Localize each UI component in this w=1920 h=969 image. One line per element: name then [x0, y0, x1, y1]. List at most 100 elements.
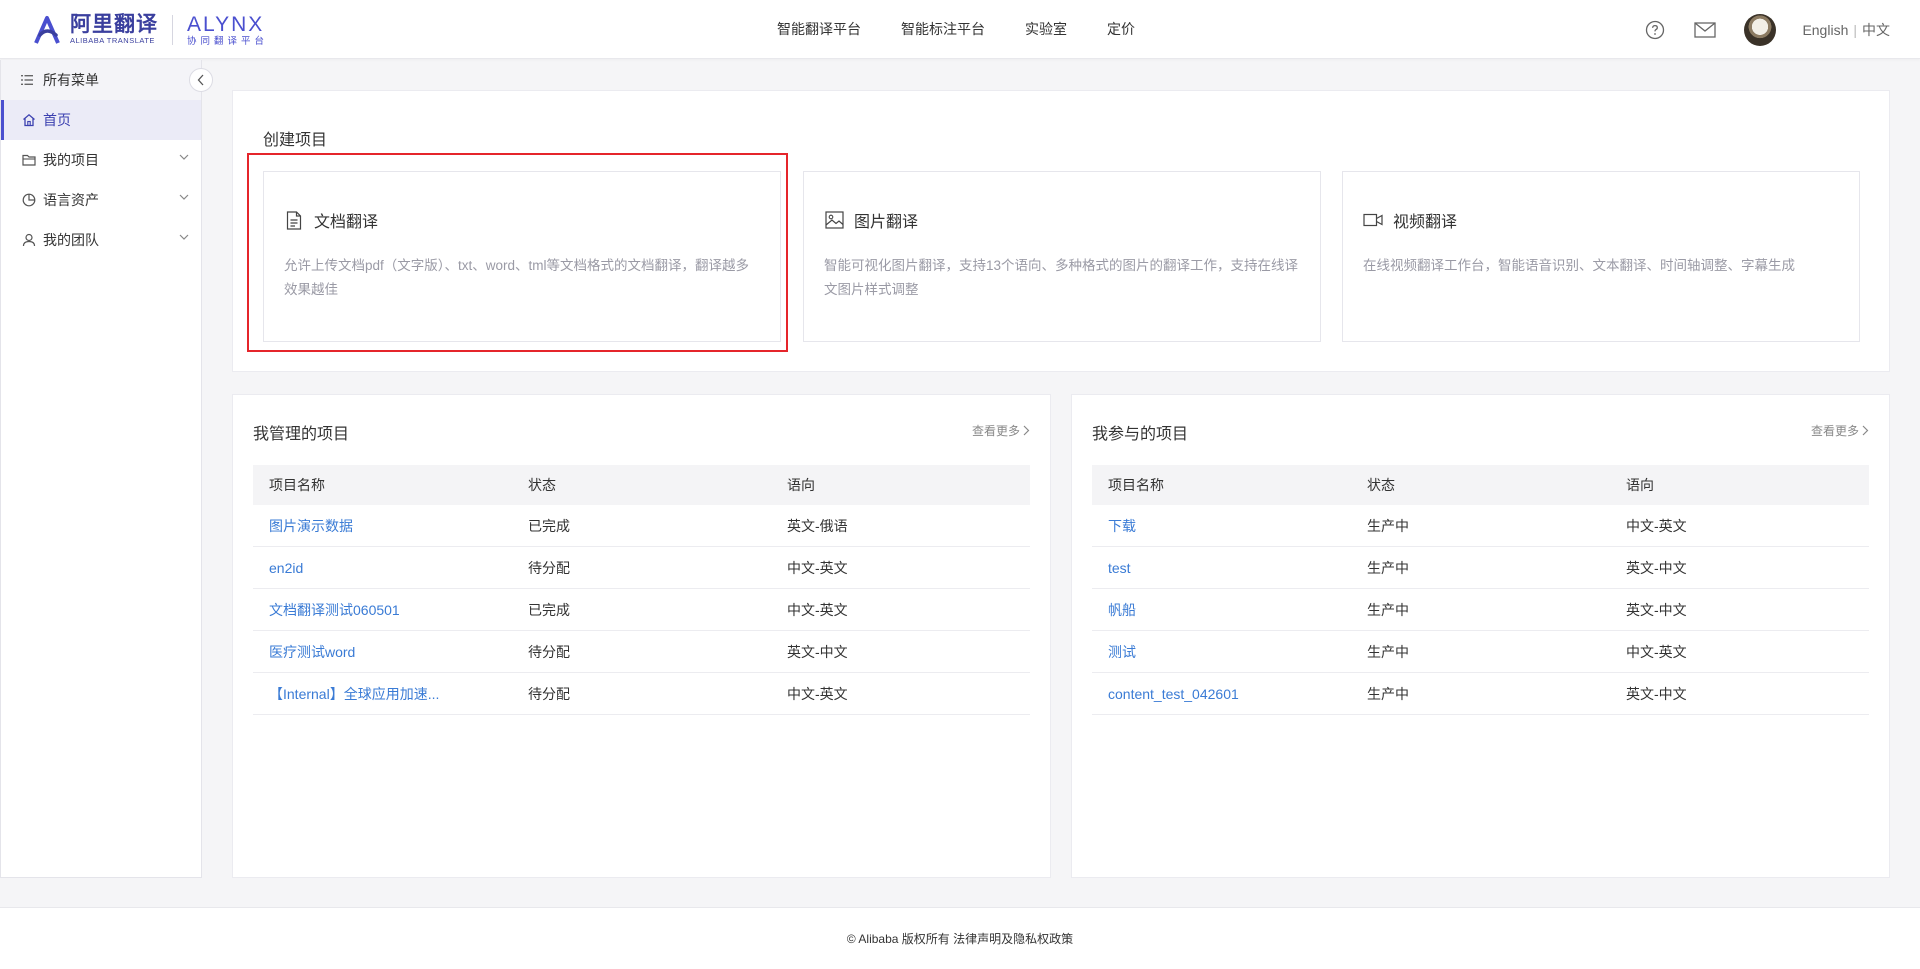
project-name-link[interactable]: content_test_042601	[1092, 686, 1351, 702]
managed-projects-table: 项目名称 状态 语向 图片演示数据 已完成 英文-俄语 en2id 待分配 中文…	[253, 465, 1030, 715]
footer-copyright[interactable]: © Alibaba 版权所有 法律声明及隐私权政策	[847, 930, 1073, 947]
table-row: 医疗测试word 待分配 英文-中文	[253, 631, 1030, 673]
table-header: 项目名称 状态 语向	[253, 465, 1030, 505]
project-name-link[interactable]: 测试	[1092, 642, 1351, 662]
sidebar-item-label: 语言资产	[43, 192, 99, 208]
project-status: 已完成	[528, 601, 570, 618]
view-more-label: 查看更多	[1810, 424, 1859, 438]
chevron-right-icon	[1023, 425, 1030, 436]
sidebar-item-label: 我的项目	[43, 152, 99, 168]
chevron-down-icon	[179, 154, 189, 160]
pie-chart-icon	[21, 192, 37, 208]
chevron-right-icon	[1862, 425, 1869, 436]
nav-smart-translation[interactable]: 智能翻译平台	[777, 19, 861, 39]
project-name-link[interactable]: 【Internal】全球应用加速...	[253, 684, 512, 704]
card-description: 智能可视化图片翻译，支持13个语向、多种格式的图片的翻译工作，支持在线译文图片样…	[824, 258, 1299, 297]
joined-projects-title: 我参与的项目	[1092, 426, 1189, 443]
video-camera-icon	[1363, 210, 1383, 230]
table-row: content_test_042601 生产中 英文-中文	[1092, 673, 1869, 715]
project-direction: 中文-英文	[787, 559, 848, 576]
product-subtitle: 协同翻译平台	[187, 35, 269, 47]
chevron-down-icon	[179, 234, 189, 240]
card-title: 视频翻译	[1393, 214, 1458, 231]
managed-projects-panel: 我管理的项目 查看更多 项目名称 状态 语向 图片演示数据 已完成 英文-俄语 …	[232, 394, 1051, 878]
project-direction: 中文-英文	[787, 685, 848, 702]
table-row: test 生产中 英文-中文	[1092, 547, 1869, 589]
view-more-link[interactable]: 查看更多	[1811, 422, 1869, 439]
sidebar-collapse-button[interactable]	[189, 68, 213, 92]
create-project-title: 创建项目	[263, 132, 328, 149]
joined-projects-panel: 我参与的项目 查看更多 项目名称 状态 语向 下载 生产中 中文-英文 test…	[1071, 394, 1890, 878]
sidebar-item-label: 我的团队	[43, 232, 99, 248]
mail-icon[interactable]	[1694, 19, 1717, 41]
sidebar-header-label: 所有菜单	[43, 72, 99, 88]
column-header-name: 项目名称	[269, 477, 325, 493]
lang-english[interactable]: English	[1802, 22, 1848, 38]
table-row: 【Internal】全球应用加速... 待分配 中文-英文	[253, 673, 1030, 715]
column-header-name: 项目名称	[1108, 477, 1164, 493]
project-direction: 英文-俄语	[787, 517, 848, 534]
top-nav: 智能翻译平台 智能标注平台 实验室 定价	[777, 19, 1175, 39]
project-status: 生产中	[1367, 517, 1409, 534]
image-translation-card[interactable]: 图片翻译 智能可视化图片翻译，支持13个语向、多种格式的图片的翻译工作，支持在线…	[803, 171, 1321, 342]
doc-translation-card[interactable]: 文档翻译 允许上传文档pdf（文字版）、txt、word、tml等文档格式的文档…	[263, 171, 781, 342]
project-name-link[interactable]: 图片演示数据	[253, 516, 512, 536]
sidebar-item-language-assets[interactable]: 语言资产	[1, 180, 201, 220]
project-direction: 英文-中文	[1626, 685, 1687, 702]
project-direction: 英文-中文	[1626, 601, 1687, 618]
user-avatar[interactable]	[1744, 14, 1777, 46]
sidebar-item-label: 首页	[43, 112, 71, 128]
folder-icon	[21, 152, 37, 168]
project-status: 生产中	[1367, 643, 1409, 660]
sidebar-item-home[interactable]: 首页	[1, 100, 201, 140]
nav-lab[interactable]: 实验室	[1025, 19, 1067, 39]
project-name-link[interactable]: en2id	[253, 560, 512, 576]
project-direction: 中文-英文	[787, 601, 848, 618]
sidebar-header[interactable]: 所有菜单	[1, 60, 213, 100]
project-direction: 英文-中文	[787, 643, 848, 660]
card-title: 图片翻译	[854, 214, 919, 231]
project-name-link[interactable]: 文档翻译测试060501	[253, 600, 512, 620]
sidebar: 所有菜单 首页 我的项目 语言资产 我的团队	[0, 60, 213, 878]
project-name-link[interactable]: 医疗测试word	[253, 642, 512, 662]
alibaba-translate-logo-icon	[34, 16, 60, 44]
page-footer: © Alibaba 版权所有 法律声明及隐私权政策	[0, 907, 1920, 969]
project-direction: 英文-中文	[1626, 559, 1687, 576]
column-header-direction: 语向	[787, 477, 815, 493]
lang-chinese[interactable]: 中文	[1862, 22, 1890, 38]
project-status: 已完成	[528, 517, 570, 534]
image-icon	[824, 210, 844, 230]
table-header: 项目名称 状态 语向	[1092, 465, 1869, 505]
top-header: 阿里翻译 ALIBABA TRANSLATE ALYNX 协同翻译平台 智能翻译…	[0, 0, 1920, 59]
column-header-status: 状态	[1367, 477, 1395, 493]
chevron-left-icon	[197, 74, 204, 86]
project-status: 待分配	[528, 685, 570, 702]
column-header-direction: 语向	[1626, 477, 1654, 493]
help-icon[interactable]	[1644, 19, 1666, 41]
card-description: 在线视频翻译工作台，智能语音识别、文本翻译、时间轴调整、字幕生成	[1363, 258, 1795, 273]
brand-name-cn: 阿里翻译	[70, 13, 158, 36]
table-row: en2id 待分配 中文-英文	[253, 547, 1030, 589]
nav-pricing[interactable]: 定价	[1107, 19, 1135, 39]
nav-smart-annotation[interactable]: 智能标注平台	[901, 19, 985, 39]
project-name-link[interactable]: test	[1092, 560, 1351, 576]
home-icon	[21, 112, 37, 128]
brand-name-en: ALIBABA TRANSLATE	[70, 36, 155, 45]
sidebar-item-my-team[interactable]: 我的团队	[1, 220, 201, 260]
project-name-link[interactable]: 下载	[1092, 516, 1351, 536]
view-more-link[interactable]: 查看更多	[972, 422, 1030, 439]
project-status: 生产中	[1367, 685, 1409, 702]
sidebar-item-my-projects[interactable]: 我的项目	[1, 140, 201, 180]
joined-projects-table: 项目名称 状态 语向 下载 生产中 中文-英文 test 生产中 英文-中文 帆…	[1092, 465, 1869, 715]
brand-logo[interactable]: 阿里翻译 ALIBABA TRANSLATE ALYNX 协同翻译平台	[30, 13, 268, 47]
language-switch[interactable]: English | 中文	[1802, 20, 1890, 40]
lang-separator: |	[1853, 22, 1857, 38]
table-row: 帆船 生产中 英文-中文	[1092, 589, 1869, 631]
table-row: 测试 生产中 中文-英文	[1092, 631, 1869, 673]
product-name: ALYNX	[187, 12, 265, 36]
video-translation-card[interactable]: 视频翻译 在线视频翻译工作台，智能语音识别、文本翻译、时间轴调整、字幕生成	[1342, 171, 1860, 342]
project-direction: 中文-英文	[1626, 517, 1687, 534]
project-name-link[interactable]: 帆船	[1092, 600, 1351, 620]
project-status: 待分配	[528, 559, 570, 576]
project-direction: 中文-英文	[1626, 643, 1687, 660]
